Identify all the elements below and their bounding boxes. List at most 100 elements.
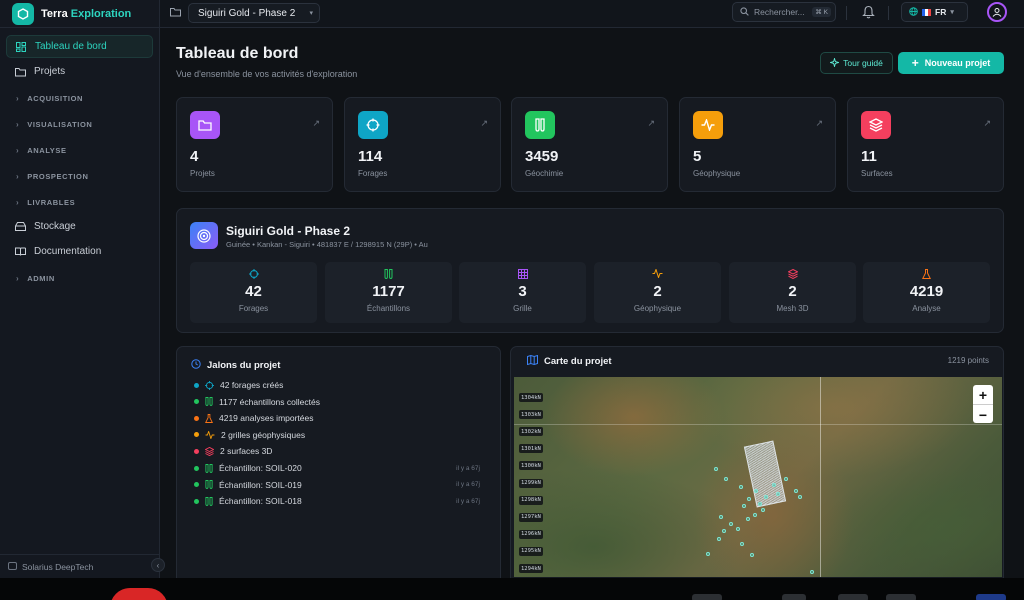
milestone-item[interactable]: 2 surfaces 3D — [194, 444, 494, 458]
chevron-right-icon: › — [16, 93, 20, 103]
metric-value: 4219 — [909, 283, 944, 300]
sidebar-section-livrables[interactable]: › LIVRABLES — [6, 189, 153, 215]
drill-hole-marker[interactable] — [753, 513, 757, 517]
map-latitude-label: 1301kN — [519, 444, 543, 454]
drill-hole-marker[interactable] — [729, 522, 733, 526]
metric-value: 1177 — [372, 283, 405, 300]
flask-icon — [205, 413, 213, 423]
milestones-panel: Jalons du projet 42 forages créés 1177 éc… — [176, 346, 501, 578]
drill-hole-marker[interactable] — [742, 504, 746, 508]
drill-hole-marker[interactable] — [784, 477, 788, 481]
map-latitude-label: 1298kN — [519, 495, 543, 505]
drill-hole-marker[interactable] — [746, 517, 750, 521]
drill-hole-marker[interactable] — [794, 489, 798, 493]
sidebar-item-label: Tableau de bord — [35, 41, 107, 52]
stat-card-projets[interactable]: ↗ 4 Projets — [176, 97, 333, 192]
avatar[interactable] — [987, 2, 1007, 22]
drill-hole-marker[interactable] — [747, 497, 751, 501]
drill-hole-marker[interactable] — [798, 495, 802, 499]
language-selector[interactable]: FR ▾ — [901, 2, 968, 22]
stat-value: 4 — [190, 148, 199, 165]
dock-app-icon[interactable] — [692, 594, 722, 600]
metric-echantillons[interactable]: 1177 Échantillons — [325, 262, 452, 323]
trend-up-icon: ↗ — [480, 118, 488, 128]
sidebar-section-visualisation[interactable]: › VISUALISATION — [6, 111, 153, 137]
satellite-map[interactable]: + − 1304kN 1303kN 1302kN 1301kN 1300kN 1299kN… — [514, 377, 1002, 577]
sidebar-nav: Tableau de bord Projets › ACQUISITION › VI… — [0, 28, 159, 291]
milestone-text: 4219 analyses importées — [219, 413, 314, 424]
dock-app-icon[interactable] — [838, 594, 868, 600]
sidebar-section-acquisition[interactable]: › ACQUISITION — [6, 85, 153, 111]
drill-hole-marker[interactable] — [739, 485, 743, 489]
milestone-item[interactable]: Échantillon: SOIL-019 il y a 67j — [194, 478, 494, 492]
metric-grille[interactable]: 3 Grille — [459, 262, 586, 323]
sidebar-item-documentation[interactable]: Documentation — [6, 240, 153, 263]
stat-card-forages[interactable]: ↗ 114 Forages — [344, 97, 501, 192]
search-input[interactable]: Rechercher... ⌘ K — [732, 2, 836, 22]
sidebar-item-label: Projets — [34, 66, 66, 77]
status-dot — [194, 465, 199, 471]
guided-tour-button[interactable]: Tour guidé — [820, 52, 893, 74]
metric-analyse[interactable]: 4219 Analyse — [863, 262, 990, 323]
drill-hole-marker[interactable] — [706, 552, 710, 556]
drill-hole-marker[interactable] — [754, 489, 758, 493]
drill-hole-marker[interactable] — [758, 502, 762, 506]
milestone-text: Échantillon: SOIL-020 — [219, 463, 302, 473]
drill-hole-marker[interactable] — [719, 515, 723, 519]
stat-value: 5 — [693, 148, 702, 165]
language-value: FR — [935, 7, 947, 17]
metric-label: Échantillons — [366, 304, 411, 313]
milestone-item[interactable]: Échantillon: SOIL-018 il y a 67j — [194, 494, 494, 508]
sidebar-item-dashboard[interactable]: Tableau de bord — [6, 35, 153, 58]
drill-hole-marker[interactable] — [724, 477, 728, 481]
sidebar-item-stockage[interactable]: Stockage — [6, 215, 153, 238]
drill-hole-marker[interactable] — [736, 527, 740, 531]
brand[interactable]: Terra Exploration — [0, 0, 159, 28]
drill-hole-marker[interactable] — [776, 492, 780, 496]
milestone-item[interactable]: 42 forages créés — [194, 378, 494, 392]
sidebar-section-prospection[interactable]: › PROSPECTION — [6, 163, 153, 189]
metric-forages[interactable]: 42 Forages — [190, 262, 317, 323]
sidebar-footer: Solarius DeepTech — [0, 554, 160, 578]
sidebar-section-analyse[interactable]: › ANALYSE — [6, 137, 153, 163]
drill-hole-marker[interactable] — [717, 537, 721, 541]
trend-up-icon: ↗ — [312, 118, 320, 128]
project-selector[interactable]: Siguiri Gold - Phase 2 ▾ — [188, 3, 320, 23]
drill-hole-marker[interactable] — [740, 542, 744, 546]
map-icon — [527, 354, 538, 368]
dock-app-icon[interactable] — [886, 594, 916, 600]
zoom-out-button[interactable]: − — [973, 405, 993, 424]
stat-card-geophysique[interactable]: ↗ 5 Géophysique — [679, 97, 836, 192]
bell-icon[interactable] — [862, 5, 875, 22]
drill-hole-marker[interactable] — [722, 529, 726, 533]
drill-hole-marker[interactable] — [764, 495, 768, 499]
milestone-item[interactable]: 2 grilles géophysiques — [194, 428, 494, 442]
status-dot — [194, 432, 199, 438]
dock-app-icon[interactable] — [976, 594, 1006, 600]
pulse-icon — [693, 111, 723, 139]
new-project-button[interactable]: + Nouveau projet — [898, 52, 1004, 74]
milestone-item[interactable]: 1177 échantillons collectés — [194, 395, 494, 409]
sample-tubes-icon — [205, 463, 213, 473]
dock-app-icon[interactable] — [782, 594, 806, 600]
drill-hole-marker[interactable] — [772, 483, 776, 487]
metric-geophysique[interactable]: 2 Géophysique — [594, 262, 721, 323]
stat-label: Géochimie — [525, 169, 564, 178]
drill-hole-marker[interactable] — [714, 467, 718, 471]
drill-hole-marker[interactable] — [810, 570, 814, 574]
drill-hole-marker[interactable] — [750, 553, 754, 557]
stat-card-surfaces[interactable]: ↗ 11 Surfaces — [847, 97, 1004, 192]
milestone-item[interactable]: Échantillon: SOIL-020 il y a 67j — [194, 461, 494, 475]
sidebar-item-projets[interactable]: Projets — [6, 60, 153, 83]
zoom-in-button[interactable]: + — [973, 385, 993, 404]
sample-tubes-icon — [205, 496, 213, 506]
map-latitude-label: 1297kN — [519, 512, 543, 522]
stat-card-geochimie[interactable]: ↗ 3459 Géochimie — [511, 97, 668, 192]
metric-mesh-3d[interactable]: 2 Mesh 3D — [729, 262, 856, 323]
milestone-item[interactable]: 4219 analyses importées — [194, 411, 494, 425]
chevron-right-icon: › — [16, 119, 20, 129]
sidebar-section-admin[interactable]: › ADMIN — [6, 265, 153, 291]
dock-app-icon[interactable] — [110, 588, 168, 600]
stat-value: 11 — [861, 148, 877, 165]
drill-hole-marker[interactable] — [761, 508, 765, 512]
